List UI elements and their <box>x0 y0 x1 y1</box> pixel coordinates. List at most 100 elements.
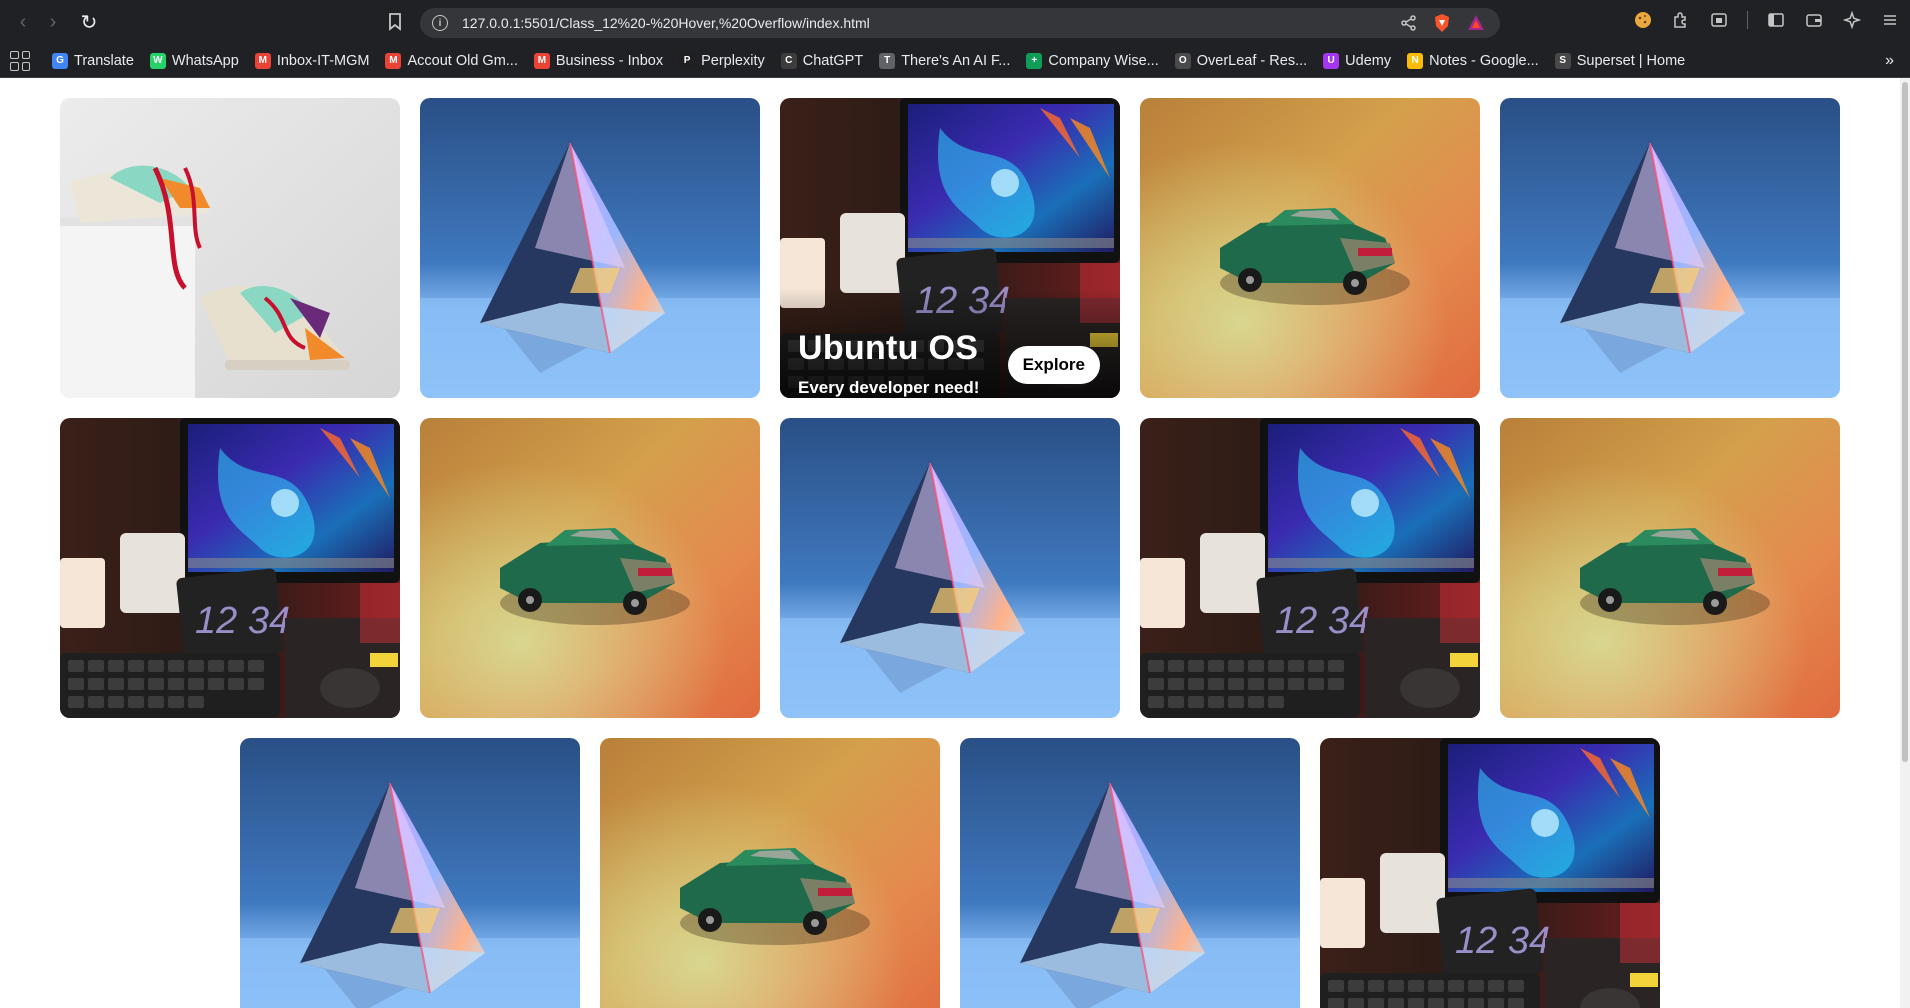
arrow-right-icon: › <box>49 10 57 33</box>
gallery-card-desk-setup[interactable]: 12 34 <box>60 418 400 718</box>
sidebar-toggle-icon[interactable] <box>1766 10 1786 30</box>
menu-icon[interactable] <box>1880 10 1900 30</box>
share-icon[interactable] <box>1400 14 1418 32</box>
bookmark-favicon-icon: C <box>780 52 797 69</box>
bookmark-item[interactable]: C ChatGPT <box>780 52 863 69</box>
toy-car-image <box>1140 98 1480 398</box>
desk-setup-image: 12 34 <box>1320 738 1660 1008</box>
brave-shield-icon[interactable] <box>1432 13 1452 33</box>
explore-button[interactable]: Explore <box>1007 346 1100 384</box>
bookmark-item[interactable]: O OverLeaf - Res... <box>1174 52 1308 69</box>
bookmark-favicon-icon: U <box>1323 52 1340 69</box>
bookmark-page-button[interactable] <box>384 11 406 33</box>
card-hover-overlay: Ubuntu OS Every developer need! Explore <box>780 288 1120 398</box>
cookie-extension-icon[interactable] <box>1633 10 1653 30</box>
toy-car-image <box>420 418 760 718</box>
prism-image <box>1500 98 1840 398</box>
bookmark-item[interactable]: T There's An AI F... <box>879 52 1011 69</box>
bookmark-label: There's An AI F... <box>901 52 1011 69</box>
card-subtitle: Every developer need! <box>798 378 980 397</box>
bookmark-label: Business - Inbox <box>555 52 664 69</box>
gallery-card-prism[interactable] <box>1500 98 1840 398</box>
bookmark-label: Translate <box>74 52 134 69</box>
svg-text:12 34: 12 34 <box>195 600 290 642</box>
prism-image <box>240 738 580 1008</box>
reload-icon: ↻ <box>80 11 98 34</box>
gallery-row: 12 34 Ubuntu OS Every developer need! Ex… <box>0 98 1900 398</box>
back-button[interactable]: ‹ <box>8 7 38 37</box>
bookmark-label: OverLeaf - Res... <box>1196 52 1308 69</box>
bookmark-favicon-icon: M <box>254 52 271 69</box>
gallery-card-prism[interactable] <box>420 98 760 398</box>
gallery-card-prism[interactable] <box>240 738 580 1008</box>
gallery-row: 12 34 <box>0 418 1900 718</box>
reload-button[interactable]: ↻ <box>74 7 104 37</box>
bookmark-item[interactable]: U Udemy <box>1323 52 1392 69</box>
bookmarks-overflow-icon[interactable]: » <box>1885 52 1894 70</box>
toy-car-image <box>600 738 940 1008</box>
url-input[interactable] <box>462 15 1342 31</box>
gallery-row: 12 34 <box>0 738 1900 1008</box>
desk-setup-image: 12 34 <box>1140 418 1480 718</box>
page-scrollbar[interactable] <box>1900 78 1910 1008</box>
prism-image <box>780 418 1120 718</box>
bookmark-label: Perplexity <box>701 52 765 69</box>
screenshot-extension-icon[interactable] <box>1709 10 1729 30</box>
toy-car-image <box>1500 418 1840 718</box>
bookmark-label: Notes - Google... <box>1429 52 1539 69</box>
bookmarks-bar: G Translate W WhatsApp M Inbox-IT-MGM M Accout … <box>0 44 1910 78</box>
bookmark-label: Udemy <box>1345 52 1392 69</box>
gallery-card-toy-car[interactable] <box>600 738 940 1008</box>
gallery-card-prism[interactable] <box>780 418 1120 718</box>
gallery-card-desk-setup[interactable]: 12 34 <box>1320 738 1660 1008</box>
prism-image <box>420 98 760 398</box>
extensions-icon[interactable] <box>1671 10 1691 30</box>
bookmark-favicon-icon: M <box>385 52 402 69</box>
bookmark-item[interactable]: G Translate <box>52 52 134 69</box>
svg-text:12 34: 12 34 <box>1455 920 1550 962</box>
bookmark-item[interactable]: W WhatsApp <box>149 52 239 69</box>
bookmark-item[interactable]: M Accout Old Gm... <box>385 52 518 69</box>
bookmark-item[interactable]: S Superset | Home <box>1554 52 1686 69</box>
bookmark-item[interactable]: M Inbox-IT-MGM <box>254 52 370 69</box>
bookmark-item[interactable]: P Perplexity <box>679 52 765 69</box>
bookmark-item[interactable]: N Notes - Google... <box>1407 52 1539 69</box>
bookmark-favicon-icon: N <box>1407 52 1424 69</box>
bookmark-label: Inbox-IT-MGM <box>276 52 370 69</box>
bookmark-favicon-icon: O <box>1174 52 1191 69</box>
browser-toolbar: ‹ › ↻ i <box>0 0 1910 44</box>
bookmark-favicon-icon: G <box>52 52 68 69</box>
page-content: 12 34 Ubuntu OS Every developer need! Ex… <box>0 78 1900 1008</box>
gallery-card-hovered[interactable]: 12 34 Ubuntu OS Every developer need! Ex… <box>780 98 1120 398</box>
bookmark-icon <box>389 13 401 31</box>
bookmark-favicon-icon: P <box>679 52 696 69</box>
prism-image <box>960 738 1300 1008</box>
desk-setup-image: 12 34 <box>60 418 400 718</box>
brave-rewards-icon[interactable] <box>1466 13 1486 33</box>
gallery-card-desk-setup[interactable]: 12 34 <box>1140 418 1480 718</box>
bookmark-favicon-icon: M <box>533 52 550 69</box>
gallery-card-prism[interactable] <box>960 738 1300 1008</box>
wallet-icon[interactable] <box>1804 10 1824 30</box>
scrollbar-thumb[interactable] <box>1902 82 1908 762</box>
bookmark-favicon-icon: T <box>879 52 896 69</box>
gallery-card-toy-car[interactable] <box>1140 98 1480 398</box>
gallery-card-sneakers[interactable] <box>60 98 400 398</box>
apps-grid-icon[interactable] <box>10 50 30 71</box>
bookmark-item[interactable]: M Business - Inbox <box>533 52 664 69</box>
gallery-card-toy-car[interactable] <box>1500 418 1840 718</box>
bookmark-favicon-icon: + <box>1026 52 1043 69</box>
gallery-card-toy-car[interactable] <box>420 418 760 718</box>
site-info-icon[interactable]: i <box>432 15 448 31</box>
leo-ai-icon[interactable] <box>1842 10 1862 30</box>
bookmark-label: Company Wise... <box>1048 52 1159 69</box>
bookmark-label: Superset | Home <box>1576 52 1686 69</box>
bookmark-item[interactable]: + Company Wise... <box>1026 52 1159 69</box>
arrow-left-icon: ‹ <box>19 10 27 33</box>
address-bar[interactable]: i <box>420 8 1500 38</box>
card-title: Ubuntu OS <box>798 329 979 367</box>
forward-button[interactable]: › <box>38 7 68 37</box>
bookmark-label: WhatsApp <box>171 52 239 69</box>
bookmark-label: Accout Old Gm... <box>407 52 518 69</box>
sneakers-image <box>60 98 400 398</box>
